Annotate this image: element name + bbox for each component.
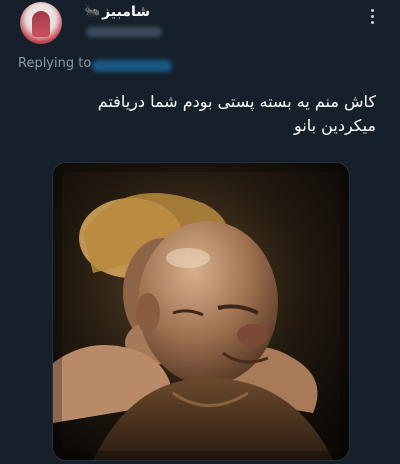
replying-to-label: Replying to — [18, 56, 92, 71]
name-emoji-icon: 🐜 — [84, 4, 101, 19]
avatar-figure — [32, 11, 50, 37]
tweet-text-line: کاش منم یه بسته پستی بودم شما دریافتم — [97, 92, 376, 111]
tweet: شامبیز 🐜 Replying to کاش منم یه بسته پست… — [0, 0, 400, 464]
avatar[interactable] — [20, 2, 62, 44]
more-vertical-icon[interactable] — [362, 4, 382, 28]
blurred-reply-handle[interactable] — [92, 60, 172, 72]
tweet-text-line: میکردین بانو — [294, 116, 376, 135]
tweet-text: کاش منم یه بسته پستی بودم شما دریافتم می… — [46, 90, 376, 138]
media-illustration — [53, 163, 349, 460]
tweet-media-image[interactable] — [52, 162, 350, 461]
display-name[interactable]: شامبیز — [102, 4, 150, 20]
blurred-handle — [86, 27, 162, 37]
